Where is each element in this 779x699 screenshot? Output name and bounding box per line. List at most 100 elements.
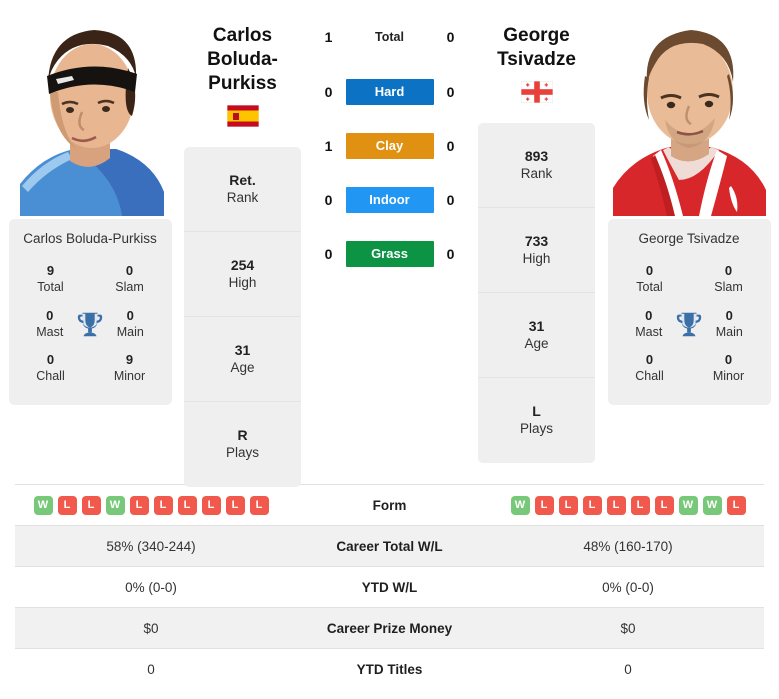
right-player-photo-column: George Tsivadze 0 Total 0 Slam 0 Mast 0 …: [599, 0, 779, 470]
form-badge-loss[interactable]: L: [726, 495, 746, 515]
player-comparison-page: Carlos Boluda-Purkiss 9 Total 0 Slam 0 M…: [0, 0, 779, 699]
left-player-header: Carlos Boluda- Purkiss: [180, 0, 305, 127]
left-player-name-line2: Purkiss: [208, 72, 277, 94]
form-badge-win[interactable]: W: [510, 495, 530, 515]
flag-georgia-icon: [520, 80, 553, 103]
right-titles-mast: 0 Mast: [624, 308, 675, 341]
trophy-icon: [674, 309, 704, 339]
form-badge-win[interactable]: W: [105, 495, 125, 515]
row-label-prize-money: Career Prize Money: [287, 607, 492, 649]
form-badge-loss[interactable]: L: [81, 495, 101, 515]
form-badge-win[interactable]: W: [678, 495, 698, 515]
left-stat-age-label: Age: [230, 359, 255, 375]
left-titles-grid: 9 Total 0 Slam 0 Mast 0 Main 0 Chall 9 M…: [11, 257, 170, 391]
left-titles-slam: 0 Slam: [104, 263, 156, 296]
form-badge-loss[interactable]: L: [630, 495, 650, 515]
right-stat-plays-value: L: [532, 403, 541, 420]
right-titles-main-value: 0: [725, 307, 733, 323]
right-player-header: George Tsivadze: [474, 0, 599, 103]
right-titles-minor-label: Minor: [712, 369, 745, 384]
left-stat-plays-value: R: [237, 427, 248, 444]
right-titles-row-1: 0 Total 0 Slam: [610, 257, 769, 302]
right-stat-high-label: High: [522, 250, 551, 266]
right-form-cell: WLLLLLLWWL: [492, 484, 764, 526]
right-player-photo[interactable]: [610, 16, 768, 216]
right-titles-slam: 0 Slam: [703, 263, 755, 296]
left-titles-minor-value: 9: [125, 352, 134, 368]
left-titles-row-2: 0 Mast 0 Main: [11, 302, 170, 347]
left-card-player-name: Carlos Boluda-Purkiss: [23, 231, 157, 246]
left-stat-age-value: 31: [234, 341, 251, 358]
left-titles-chall: 0 Chall: [25, 352, 77, 385]
left-player-stat-stack: Ret. Rank 254 High 31 Age R Plays: [184, 146, 301, 487]
right-player-name-line1: George: [503, 25, 570, 46]
right-stat-rank-label: Rank: [520, 165, 553, 181]
right-stat-plays: L Plays: [478, 378, 595, 463]
left-titles-total: 9 Total: [25, 263, 77, 296]
left-career-wl: 58% (340-244): [15, 525, 287, 567]
form-badge-loss[interactable]: L: [582, 495, 602, 515]
form-badge-loss[interactable]: L: [606, 495, 626, 515]
form-badge-loss[interactable]: L: [129, 495, 149, 515]
left-player-name-line1: Carlos Boluda-: [207, 25, 278, 70]
h2h-row-grass: 0 Grass 0: [305, 237, 474, 270]
form-badge-loss[interactable]: L: [153, 495, 173, 515]
right-ytd-titles: 0: [492, 648, 764, 690]
left-stat-plays-label: Plays: [225, 445, 259, 461]
left-titles-total-value: 9: [46, 263, 55, 279]
form-badge-loss[interactable]: L: [249, 495, 269, 515]
left-player-photo[interactable]: [11, 16, 169, 216]
comparison-table: WLLWLLLLLL Form WLLLLLLWWL 58% (340-244)…: [15, 484, 764, 690]
form-badge-win[interactable]: W: [33, 495, 53, 515]
surface-label-hard[interactable]: Hard: [345, 78, 434, 105]
trophy-icon: [75, 309, 105, 339]
surface-label-indoor[interactable]: Indoor: [345, 186, 434, 213]
left-player-info-column: Carlos Boluda- Purkiss Ret. Rank 254 Hig…: [180, 0, 305, 487]
left-stat-rank-label: Rank: [226, 189, 259, 205]
left-titles-chall-value: 0: [46, 352, 55, 368]
row-label-ytd-titles: YTD Titles: [287, 648, 492, 690]
form-badge-loss[interactable]: L: [534, 495, 554, 515]
right-titles-minor: 0 Minor: [703, 352, 755, 385]
left-titles-minor-label: Minor: [113, 369, 146, 384]
right-titles-mast-value: 0: [645, 307, 653, 323]
left-stat-high-value: 254: [230, 256, 255, 273]
h2h-total-label: Total: [375, 29, 404, 44]
left-form-cell: WLLWLLLLLL: [15, 484, 287, 526]
surface-label-grass[interactable]: Grass: [345, 240, 434, 267]
form-badge-loss[interactable]: L: [225, 495, 245, 515]
form-badge-win[interactable]: W: [702, 495, 722, 515]
right-stat-rank-value: 893: [524, 147, 549, 164]
right-titles-chall-value: 0: [645, 352, 654, 368]
form-badge-loss[interactable]: L: [654, 495, 674, 515]
table-row-form: WLLWLLLLLL Form WLLLLLLWWL: [15, 484, 764, 526]
flag-spain-icon: [226, 104, 259, 127]
right-titles-slam-label: Slam: [714, 280, 743, 295]
right-titles-chall-label: Chall: [635, 369, 664, 384]
left-titles-chall-label: Chall: [36, 369, 65, 384]
left-titles-minor: 9 Minor: [104, 352, 156, 385]
surface-label-clay[interactable]: Clay: [345, 132, 434, 159]
h2h-grass-right-score: 0: [446, 245, 455, 262]
right-stat-high: 733 High: [478, 208, 595, 293]
right-titles-total-value: 0: [645, 263, 654, 279]
head-to-head-rows: 1 Total 0 0 Hard 0 1 Clay 0 0 Indoor 0 0…: [305, 0, 474, 270]
right-player-name-line2: Tsivadze: [497, 48, 576, 70]
form-badge-loss[interactable]: L: [558, 495, 578, 515]
left-stat-rank: Ret. Rank: [184, 147, 301, 232]
row-label-ytd-wl: YTD W/L: [287, 566, 492, 608]
left-titles-slam-label: Slam: [115, 280, 144, 295]
left-form-badges: WLLWLLLLLL: [15, 495, 287, 515]
left-titles-main-label: Main: [116, 324, 144, 339]
right-titles-slam-value: 0: [724, 263, 733, 279]
left-titles-row-3: 0 Chall 9 Minor: [11, 346, 170, 391]
right-stat-age: 31 Age: [478, 293, 595, 378]
right-stat-high-value: 733: [524, 232, 549, 249]
left-stat-rank-value: Ret.: [229, 171, 256, 188]
left-player-photo-column: Carlos Boluda-Purkiss 9 Total 0 Slam 0 M…: [0, 0, 180, 470]
right-stat-age-label: Age: [524, 335, 549, 351]
h2h-row-hard: 0 Hard 0: [305, 75, 474, 108]
form-badge-loss[interactable]: L: [201, 495, 221, 515]
form-badge-loss[interactable]: L: [57, 495, 77, 515]
form-badge-loss[interactable]: L: [177, 495, 197, 515]
